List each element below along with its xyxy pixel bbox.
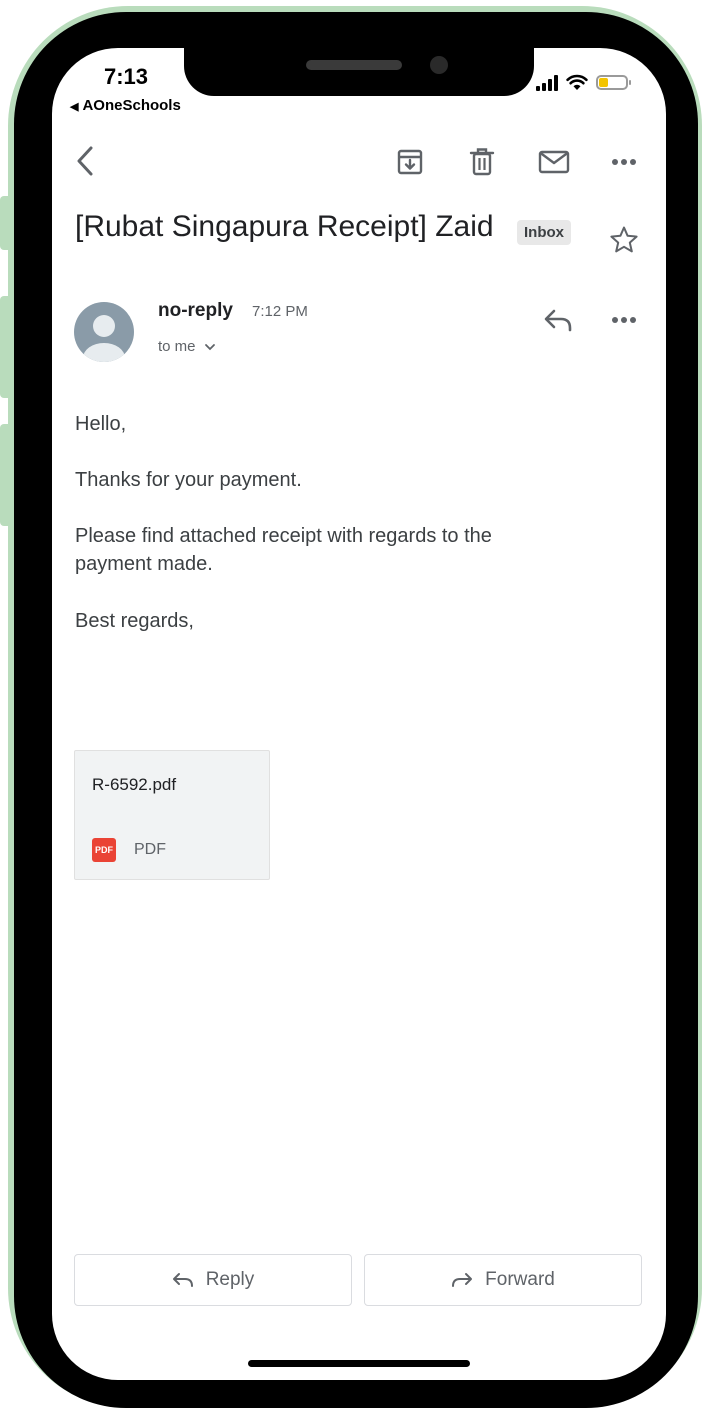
pdf-icon: PDF	[92, 838, 116, 862]
delete-button[interactable]	[466, 146, 498, 178]
reply-icon	[172, 1273, 193, 1287]
star-icon	[610, 226, 638, 253]
forward-icon	[452, 1273, 473, 1287]
back-app-label: AOneSchools	[82, 97, 181, 114]
star-button[interactable]	[608, 224, 640, 256]
more-horizontal-icon	[612, 159, 636, 165]
reply-icon	[544, 309, 572, 332]
back-triangle-icon: ◀	[70, 101, 79, 113]
cellular-signal-icon	[536, 74, 558, 91]
archive-button[interactable]	[394, 146, 426, 178]
reply-button[interactable]: Reply	[74, 1254, 352, 1306]
archive-icon	[397, 149, 423, 175]
home-indicator[interactable]	[248, 1360, 470, 1367]
message-more-button[interactable]	[608, 306, 640, 334]
chevron-down-icon	[204, 344, 215, 351]
recipient-label: to me	[158, 338, 196, 355]
body-greeting: Hello,	[75, 413, 127, 435]
body-line-2: Please find attached receipt with regard…	[75, 525, 492, 547]
more-horizontal-icon	[612, 317, 636, 323]
battery-level	[599, 78, 608, 87]
mail-icon	[538, 150, 570, 174]
trash-icon	[469, 148, 495, 176]
back-to-app-link[interactable]: ◀ AOneSchools	[70, 97, 181, 114]
sender-name: no-reply	[158, 300, 233, 321]
person-icon	[83, 315, 125, 362]
recipient-toggle[interactable]: to me	[158, 338, 216, 355]
attachment-type: PDF	[134, 841, 166, 858]
phone-screen: 7:13 ◀ AOneSchools [Rubat Singapura Rece…	[52, 48, 666, 1380]
reply-icon-button[interactable]	[540, 304, 576, 336]
inbox-label-badge[interactable]: Inbox	[517, 220, 571, 245]
front-camera	[430, 56, 448, 74]
body-closing: Best regards,	[75, 610, 194, 632]
chevron-left-icon	[77, 146, 93, 176]
wifi-icon	[566, 74, 588, 90]
volume-up-button	[0, 296, 12, 398]
attachment-filename: R-6592.pdf	[92, 775, 177, 794]
body-line-1: Thanks for your payment.	[75, 469, 302, 491]
reply-label: Reply	[205, 1269, 255, 1290]
sender-avatar	[74, 302, 134, 362]
notch	[184, 48, 534, 96]
forward-button[interactable]: Forward	[364, 1254, 642, 1306]
speaker-grille	[306, 60, 402, 70]
status-time: 7:13	[104, 64, 149, 89]
mark-unread-button[interactable]	[536, 146, 572, 178]
battery-icon	[596, 75, 631, 90]
more-options-button[interactable]	[608, 148, 640, 176]
attachment-card[interactable]: R-6592.pdf PDF PDF	[74, 750, 270, 880]
status-indicators	[536, 74, 631, 91]
mute-switch	[0, 196, 12, 250]
volume-down-button	[0, 424, 12, 526]
forward-label: Forward	[485, 1269, 555, 1290]
email-time: 7:12 PM	[252, 303, 308, 320]
email-subject: [Rubat Singapura Receipt] Zaid	[75, 210, 494, 243]
back-button[interactable]	[70, 144, 100, 178]
body-line-3: payment made.	[75, 553, 213, 575]
